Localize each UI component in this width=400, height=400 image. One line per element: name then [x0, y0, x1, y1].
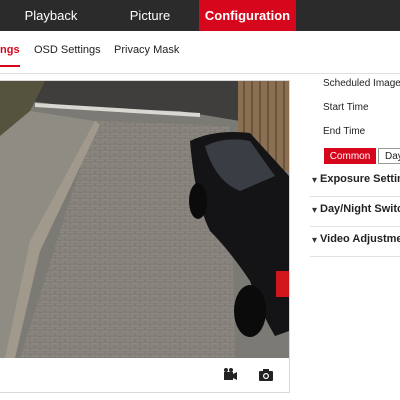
tab-image-settings[interactable]: ngs — [0, 44, 20, 67]
record-icon[interactable] — [221, 366, 239, 384]
end-time-label: End Time — [323, 126, 366, 137]
tab-privacy-mask[interactable]: Privacy Mask — [114, 44, 179, 56]
video-toolbar — [0, 358, 289, 392]
video-preview-pane — [0, 80, 290, 393]
section-video-adjustment[interactable]: ▾ Video Adjustment — [310, 226, 400, 257]
top-navigation: Playback Picture Configuration — [0, 0, 400, 31]
camera-image — [0, 81, 289, 358]
section-title: Exposure Settings — [320, 173, 400, 185]
section-title: Video Adjustment — [320, 233, 400, 245]
common-button[interactable]: Common — [324, 148, 376, 164]
scheduled-image-label: Scheduled Image — [323, 78, 400, 89]
nav-configuration[interactable]: Configuration — [199, 0, 296, 31]
section-title: Day/Night Switch — [320, 203, 400, 215]
section-exposure-settings[interactable]: ▾ Exposure Settings — [310, 166, 400, 197]
nav-picture[interactable]: Picture — [102, 0, 198, 31]
chevron-down-icon: ▾ — [312, 175, 318, 186]
chevron-down-icon: ▾ — [312, 235, 318, 246]
nav-playback[interactable]: Playback — [0, 0, 102, 31]
live-video-frame[interactable] — [0, 81, 289, 358]
start-time-label: Start Time — [323, 102, 369, 113]
snapshot-icon[interactable] — [257, 366, 275, 384]
chevron-down-icon: ▾ — [312, 205, 318, 216]
section-day-night-switch[interactable]: ▾ Day/Night Switch — [310, 196, 400, 227]
day-button[interactable]: Day — [378, 148, 400, 164]
sub-tabs: ngs OSD Settings Privacy Mask — [0, 31, 400, 74]
tab-osd-settings[interactable]: OSD Settings — [34, 44, 101, 56]
